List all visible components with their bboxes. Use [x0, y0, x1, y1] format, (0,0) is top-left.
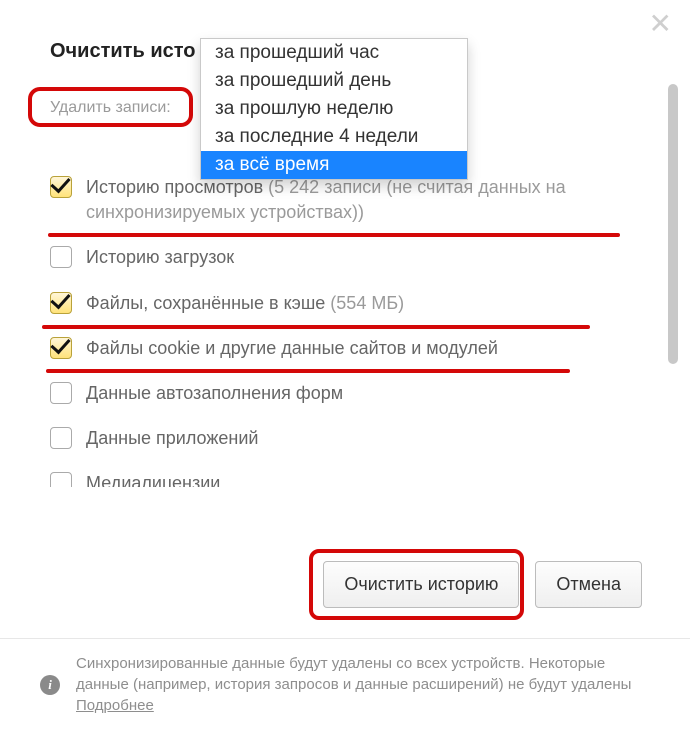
checkbox-cookies[interactable]	[50, 337, 72, 359]
scrollbar-thumb[interactable]	[668, 84, 678, 364]
checkbox-autofill[interactable]	[50, 382, 72, 404]
dialog-buttons: Очистить историю Отмена	[323, 561, 642, 608]
checkbox-row-downloads: Историю загрузок	[50, 235, 660, 280]
checkbox-media[interactable]	[50, 472, 72, 487]
footer-text: Синхронизированные данные будут удалены …	[76, 653, 654, 716]
checkbox-label: Историю просмотров (5 242 записи (не счи…	[86, 175, 660, 225]
cancel-button[interactable]: Отмена	[535, 561, 642, 608]
checkbox-row-media: Медиалицензии	[50, 461, 660, 487]
checkbox-row-cookies: Файлы cookie и другие данные сайтов и мо…	[50, 326, 660, 371]
dropdown-option-4weeks[interactable]: за последние 4 недели	[201, 123, 467, 151]
dropdown-option-day[interactable]: за прошедший день	[201, 67, 467, 95]
dialog-body: Очистить исто за прошедший час за прошед…	[0, 0, 690, 640]
checkbox-row-appdata: Данные приложений	[50, 416, 660, 461]
checkbox-label: Данные приложений	[86, 426, 258, 451]
time-range-dropdown[interactable]: за прошедший час за прошедший день за пр…	[200, 38, 468, 180]
delete-records-label: Удалить записи:	[50, 99, 171, 116]
checkbox-label: Файлы cookie и другие данные сайтов и мо…	[86, 336, 498, 361]
checkbox-list: Историю просмотров (5 242 записи (не счи…	[50, 165, 660, 487]
checkbox-cache[interactable]	[50, 292, 72, 314]
footer: i Синхронизированные данные будут удален…	[0, 638, 690, 730]
checkbox-views-history[interactable]	[50, 176, 72, 198]
scrollbar[interactable]	[668, 84, 678, 504]
checkbox-row-autofill: Данные автозаполнения форм	[50, 371, 660, 416]
clear-history-button[interactable]: Очистить историю	[323, 561, 519, 608]
footer-more-link[interactable]: Подробнее	[76, 697, 154, 714]
checkbox-downloads[interactable]	[50, 246, 72, 268]
checkbox-label: Медиалицензии	[86, 471, 220, 487]
checkbox-appdata[interactable]	[50, 427, 72, 449]
dropdown-option-alltime[interactable]: за всё время	[201, 151, 467, 179]
checkbox-label: Файлы, сохранённые в кэше (554 МБ)	[86, 291, 404, 316]
checkbox-row-cache: Файлы, сохранённые в кэше (554 МБ)	[50, 281, 660, 326]
checkbox-label: Историю загрузок	[86, 245, 234, 270]
checkbox-label: Данные автозаполнения форм	[86, 381, 343, 406]
info-icon: i	[40, 675, 60, 695]
dropdown-option-week[interactable]: за прошлую неделю	[201, 95, 467, 123]
dropdown-option-hour[interactable]: за прошедший час	[201, 39, 467, 67]
